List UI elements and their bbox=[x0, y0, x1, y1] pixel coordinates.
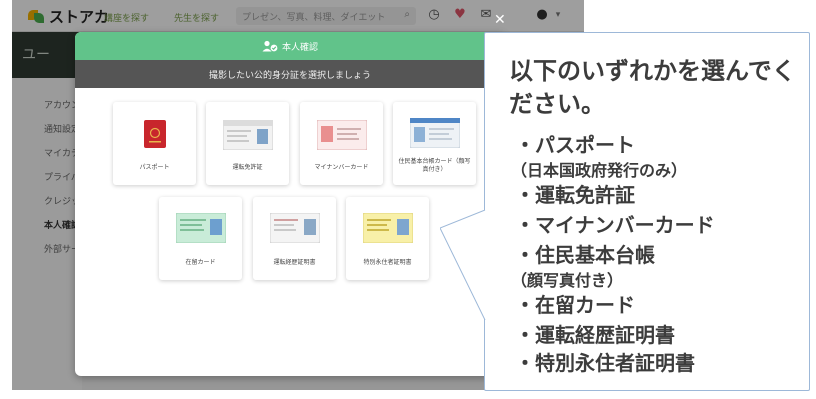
callout-pointer bbox=[440, 210, 486, 320]
card-label: 運転経歴証明書 bbox=[273, 259, 316, 266]
card-label: マイナンバーカード bbox=[314, 164, 369, 171]
passport-icon bbox=[143, 120, 166, 148]
user-check-icon bbox=[262, 40, 278, 52]
id-option-drivers-license[interactable]: 運転免許証 bbox=[206, 102, 289, 185]
callout-note: （顔写真付き） bbox=[511, 271, 624, 290]
instruction-callout: 以下のいずれかを選んでください。 ・パスポート （日本国政府発行のみ） ・運転免… bbox=[484, 32, 810, 391]
callout-item: ・パスポート bbox=[515, 133, 635, 157]
close-icon[interactable]: ✕ bbox=[494, 13, 506, 27]
card-label: 運転免許証 bbox=[232, 164, 263, 171]
callout-item: ・運転免許証 bbox=[515, 183, 635, 207]
id-option-resident-card[interactable]: 住民基本台帳カード（顔写真付き） bbox=[393, 102, 476, 185]
my-number-card-icon bbox=[316, 120, 367, 150]
id-option-special-resident[interactable]: 特別永住者証明書 bbox=[346, 197, 429, 280]
callout-item: ・在留カード bbox=[515, 293, 635, 317]
modal-header: 本人確認 bbox=[75, 32, 505, 60]
residence-card-icon bbox=[175, 213, 226, 243]
callout-note: （日本国政府発行のみ） bbox=[511, 161, 688, 180]
identity-verification-modal: 本人確認 撮影したい公的身分証を選択しましょう パスポート 運転免許証 マイナン… bbox=[75, 32, 505, 376]
callout-heading: 以下のいずれかを選んでください。 bbox=[509, 57, 796, 118]
drivers-license-icon bbox=[222, 120, 273, 150]
modal-subtitle: 撮影したい公的身分証を選択しましょう bbox=[75, 60, 505, 88]
card-label: 特別永住者証明書 bbox=[363, 259, 412, 266]
id-option-residence-card[interactable]: 在留カード bbox=[159, 197, 242, 280]
callout-item: ・運転経歴証明書 bbox=[515, 323, 675, 347]
driving-record-icon bbox=[269, 213, 320, 243]
callout-item: ・マイナンバーカード bbox=[515, 213, 715, 237]
id-option-passport[interactable]: パスポート bbox=[113, 102, 196, 185]
card-label: パスポート bbox=[139, 164, 170, 171]
id-option-my-number-card[interactable]: マイナンバーカード bbox=[300, 102, 383, 185]
resident-card-icon bbox=[409, 118, 460, 148]
card-label: 住民基本台帳カード（顔写真付き） bbox=[398, 158, 471, 173]
special-resident-icon bbox=[362, 213, 413, 243]
callout-item: ・特別永住者証明書 bbox=[515, 351, 695, 375]
card-label: 在留カード bbox=[185, 259, 216, 266]
callout-item: ・住民基本台帳 bbox=[515, 243, 655, 267]
modal-title: 本人確認 bbox=[281, 42, 318, 53]
id-option-driving-record[interactable]: 運転経歴証明書 bbox=[253, 197, 336, 280]
